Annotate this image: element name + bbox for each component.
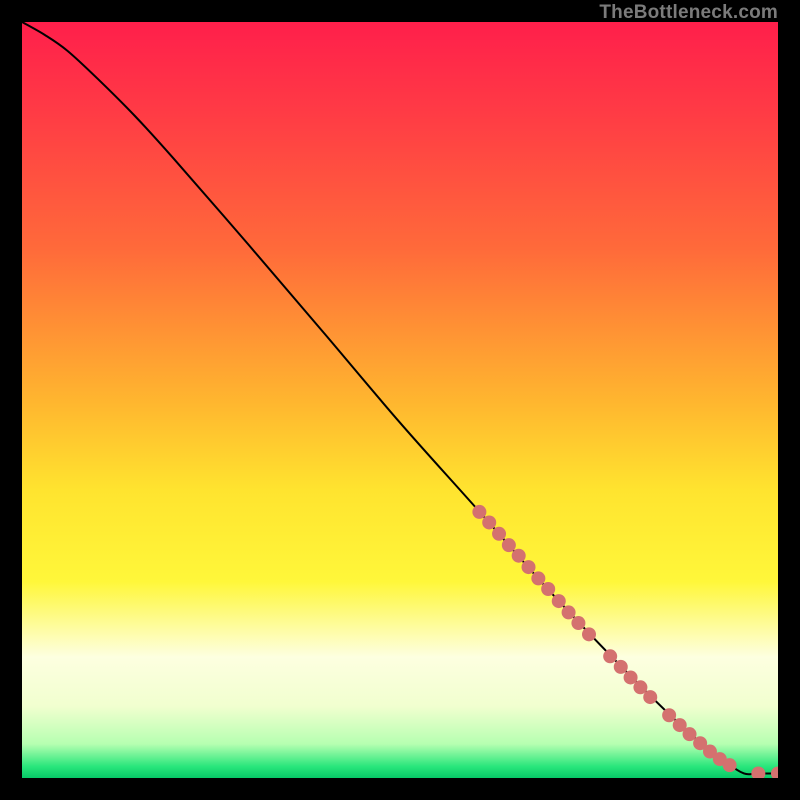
scatter-dot <box>502 538 516 552</box>
scatter-dot <box>683 727 697 741</box>
scatter-dot <box>492 527 506 541</box>
chart-stage: TheBottleneck.com <box>0 0 800 800</box>
scatter-dot <box>614 660 628 674</box>
scatter-dot <box>571 616 585 630</box>
scatter-dot <box>662 708 676 722</box>
scatter-dot <box>472 505 486 519</box>
gradient-background <box>22 22 778 778</box>
chart-svg <box>22 22 778 778</box>
scatter-dot <box>512 549 526 563</box>
plot-area <box>22 22 778 778</box>
scatter-dot <box>562 605 576 619</box>
scatter-dot <box>582 627 596 641</box>
scatter-dot <box>723 758 737 772</box>
scatter-dot <box>531 571 545 585</box>
scatter-dot <box>603 649 617 663</box>
scatter-dot <box>541 582 555 596</box>
scatter-dot <box>482 515 496 529</box>
watermark-text: TheBottleneck.com <box>599 2 778 24</box>
scatter-dot <box>643 690 657 704</box>
scatter-dot <box>552 594 566 608</box>
scatter-dot <box>522 560 536 574</box>
